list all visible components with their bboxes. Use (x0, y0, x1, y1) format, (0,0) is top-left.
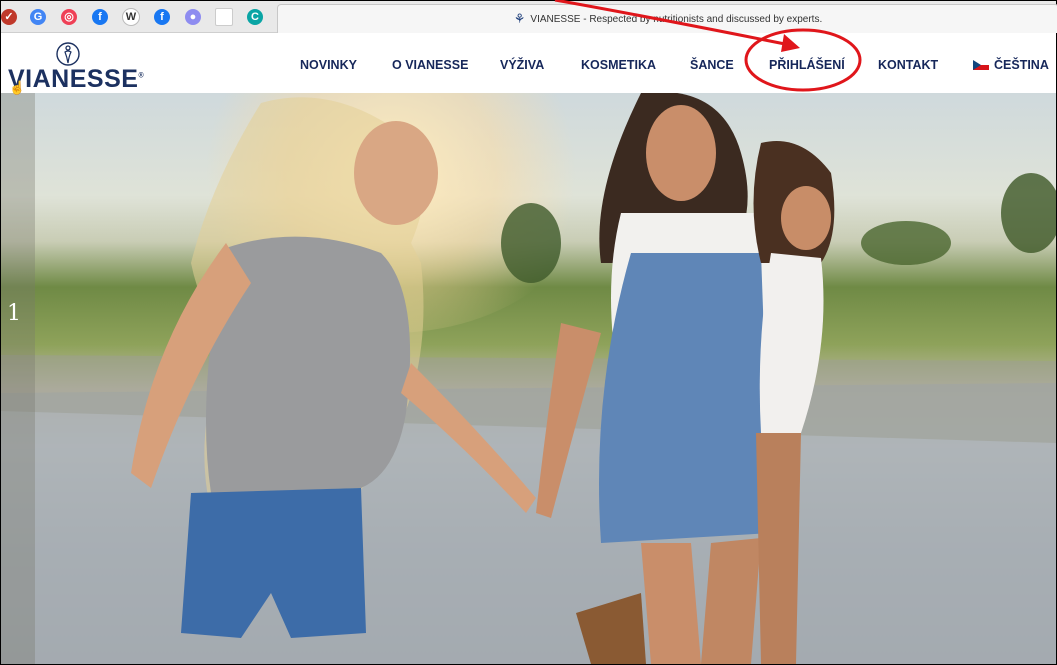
facebook-icon: f (154, 8, 170, 25)
pinned-tab[interactable]: C (242, 4, 268, 30)
logo-text: VIANESSE® (8, 65, 144, 94)
hero-image: 1 (1, 93, 1056, 664)
logo-figure-icon (56, 42, 80, 66)
hand-cursor-icon: ☝ (9, 80, 26, 95)
language-label: ČEŠTINA (994, 58, 1049, 72)
pinned-tab[interactable]: f (149, 4, 175, 30)
vianesse-favicon-icon: ⚘ (513, 11, 526, 26)
registered-mark: ® (138, 72, 145, 80)
pocket-icon: ◎ (61, 8, 77, 25)
nav-o-vianesse[interactable]: O VIANESSE (392, 58, 468, 72)
active-tab-title: VIANESSE - Respected by nutritionists an… (530, 13, 823, 25)
nav-kosmetika[interactable]: KOSMETIKA (581, 58, 656, 72)
site-header: VIANESSE® NOVINKY O VIANESSE VÝŽIVA KOSM… (1, 33, 1056, 93)
pinned-tab[interactable]: f (87, 4, 113, 30)
pinned-tab[interactable]: W (118, 4, 144, 30)
wikipedia-icon: W (122, 7, 140, 26)
active-tab[interactable]: ⚘ VIANESSE - Respected by nutritionists … (277, 4, 1057, 33)
logo-word: VIANESSE (8, 65, 139, 93)
pinned-tabs: ✓ G ◎ f Wf ● C (1, 1, 273, 32)
nav-sance[interactable]: ŠANCE (690, 58, 734, 72)
language-selector[interactable]: ČEŠTINA (973, 58, 1049, 72)
vianesse-logo[interactable]: VIANESSE® (8, 41, 144, 93)
facebook-icon: f (92, 8, 108, 25)
pinned-tab[interactable]: ● (180, 4, 206, 30)
czech-flag-icon (973, 60, 989, 70)
c-logo-icon: C (247, 8, 263, 25)
nav-novinky[interactable]: NOVINKY (300, 58, 357, 72)
slider-left-overlay (1, 93, 35, 664)
chat-bubble-icon: ● (185, 8, 201, 25)
nav-vyziva[interactable]: VÝŽIVA (500, 58, 544, 72)
blank-page-icon (215, 7, 233, 26)
translate-icon: G (30, 8, 46, 25)
browser-tab-bar: ✓ G ◎ f Wf ● C ⚘ VIANESSE - Respected by nutri… (1, 1, 1057, 33)
pinned-tab[interactable]: G (25, 4, 51, 30)
hero-photo-scene (1, 93, 1056, 664)
nav-prihlaseni[interactable]: PŘIHLÁŠENÍ (769, 58, 845, 72)
nav-kontakt[interactable]: KONTAKT (878, 58, 938, 72)
pinned-tab[interactable] (211, 4, 237, 30)
mail-check-icon: ✓ (1, 8, 17, 25)
pinned-tab[interactable]: ◎ (56, 4, 82, 30)
slide-number[interactable]: 1 (7, 301, 21, 326)
pinned-tab[interactable]: ✓ (1, 4, 17, 30)
